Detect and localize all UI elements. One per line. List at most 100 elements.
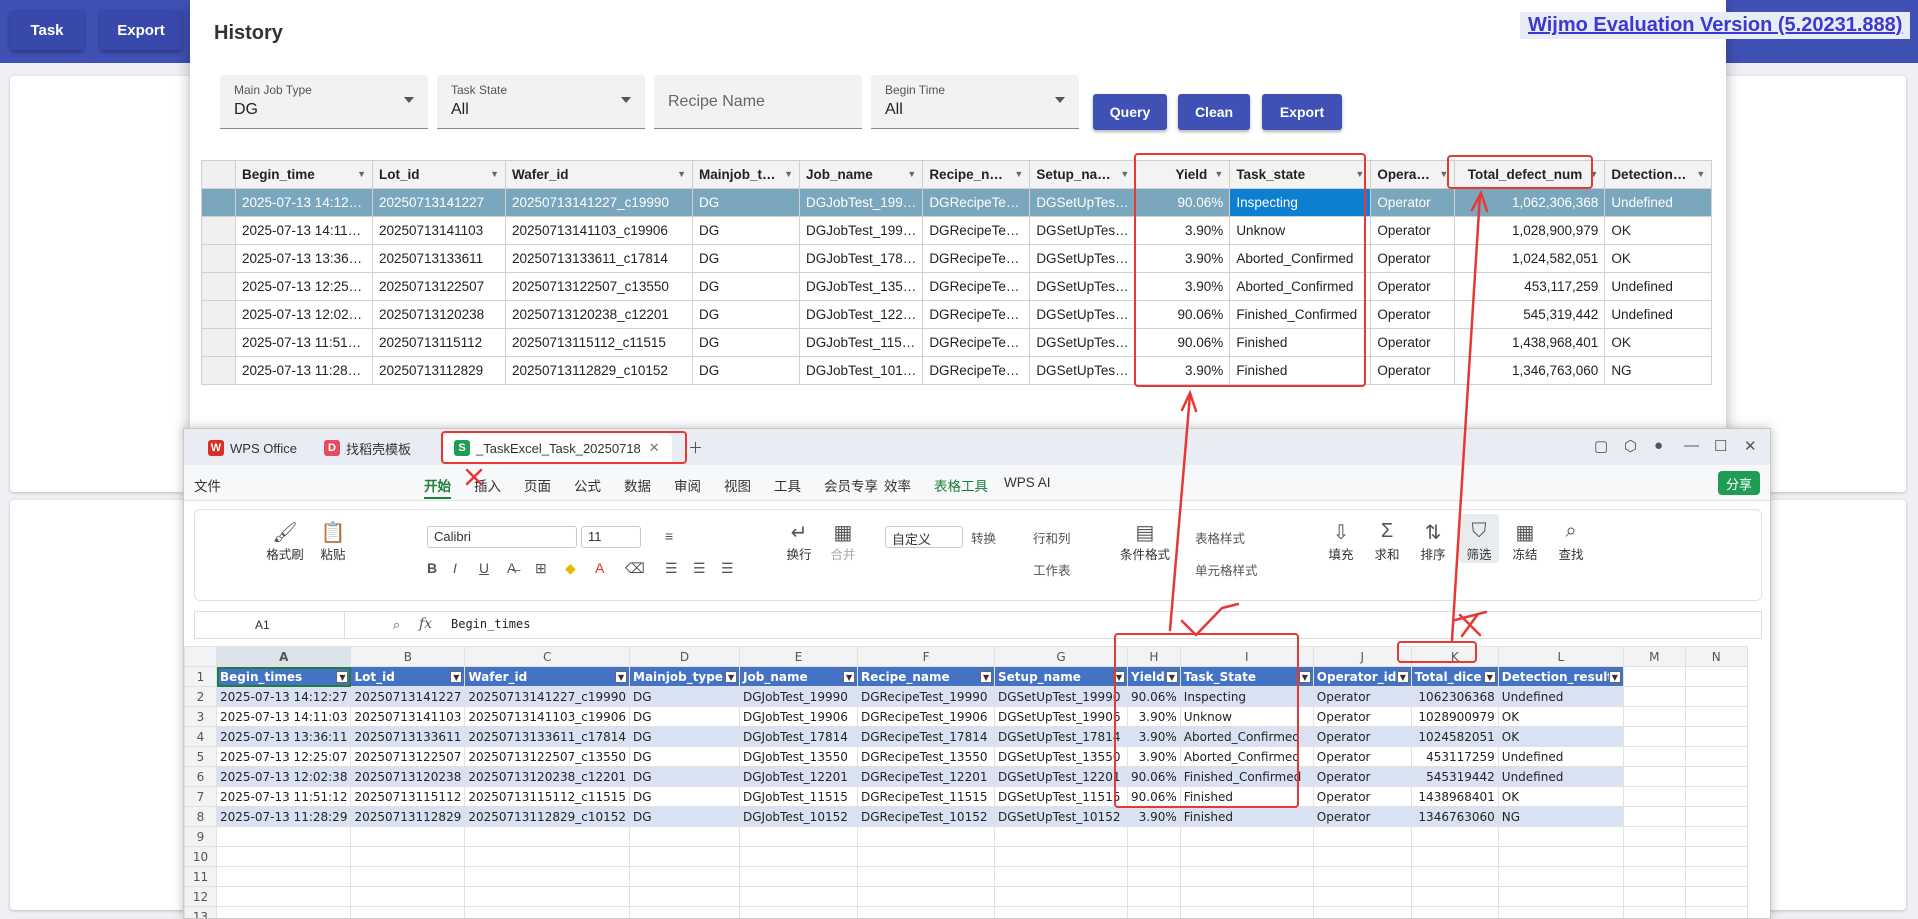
sheet-cell[interactable] <box>464 866 631 887</box>
column-header[interactable]: Job_name ▼ <box>798 160 924 189</box>
format-painter-button[interactable]: 🖌 格式刷 <box>265 520 305 563</box>
sum-button[interactable]: Σ 求和 <box>1367 520 1407 563</box>
row-header[interactable] <box>201 272 236 301</box>
cube-icon[interactable]: ⬡ <box>1624 437 1637 455</box>
table-cell[interactable]: 90.06% <box>1135 328 1231 357</box>
sheet-cell[interactable]: Aborted_Confirmed <box>1179 746 1314 767</box>
menu-item[interactable]: 会员专享 <box>824 475 878 495</box>
table-cell[interactable]: DGSetUpTes… <box>1029 244 1137 273</box>
table-row[interactable]: 2025-07-13 12:25… 20250713122507 202507131… <box>201 272 1713 301</box>
sheet-cell[interactable]: 20250713115112_c11515 <box>464 786 631 807</box>
clean-button[interactable]: Clean <box>1178 94 1250 130</box>
sheet-cell[interactable]: 20250713112829 <box>350 806 466 827</box>
filter-dropdown-icon[interactable]: ▼ <box>725 671 738 683</box>
column-header[interactable]: Wafer_id ▼ <box>505 160 693 189</box>
zoom-icon[interactable]: ⌕ <box>393 617 400 633</box>
sheet-cell[interactable]: 3.90% <box>1127 726 1181 747</box>
sheet-cell[interactable]: 90.06% <box>1127 786 1181 807</box>
sheet-cell[interactable]: 2025-07-13 14:11:03 <box>215 706 352 727</box>
sheet-cell[interactable]: DG <box>629 786 741 807</box>
row-number[interactable]: 6 <box>184 766 217 787</box>
table-cell[interactable]: 20250713133611 <box>372 244 506 273</box>
sheet-cell[interactable]: 20250713133611_c17814 <box>464 726 631 747</box>
table-cell[interactable]: OK <box>1604 328 1713 357</box>
table-cell[interactable]: 20250713115112 <box>372 328 506 357</box>
table-cell[interactable]: 20250713115112_c11515 <box>505 328 693 357</box>
table-cell[interactable]: DGJobTest_178… <box>798 244 924 273</box>
sheet-cell[interactable] <box>1179 826 1314 847</box>
filter-dropdown-icon[interactable]: ▼ <box>615 671 628 683</box>
sheet-cell[interactable] <box>215 846 352 867</box>
table-cell[interactable]: OK <box>1604 216 1713 245</box>
table-cell[interactable]: DGSetUpTes… <box>1029 272 1137 301</box>
table-cell[interactable]: 20250713141103_c19906 <box>505 216 693 245</box>
table-cell[interactable]: DGRecipeTe… <box>922 244 1031 273</box>
row-header[interactable] <box>201 244 236 273</box>
filter-dropdown-icon[interactable]: ▼ <box>980 671 993 683</box>
sheet-cell[interactable] <box>994 866 1129 887</box>
row-number[interactable]: 12 <box>184 886 217 907</box>
restore-tabs-icon[interactable]: ▢ <box>1594 437 1608 455</box>
column-header[interactable]: Setup_na… ▼ <box>1029 160 1137 189</box>
sheet-cell[interactable] <box>464 886 631 907</box>
table-cell[interactable]: 20250713122507 <box>372 272 506 301</box>
cell-style-button[interactable]: 单元格样式 <box>1195 560 1258 579</box>
table-cell[interactable]: 20250713120238 <box>372 300 506 329</box>
sheet-cell[interactable]: 20250713115112 <box>350 786 466 807</box>
sheet-cell[interactable]: DGJobTest_19990 <box>739 686 859 707</box>
font-color-icon[interactable]: A <box>595 560 604 576</box>
sheet-cell[interactable]: Inspecting <box>1179 686 1314 707</box>
recipe-name-input[interactable]: Recipe Name <box>654 75 862 129</box>
bold-icon[interactable]: B <box>427 560 437 576</box>
sheet-cell[interactable]: 2025-07-13 11:28:29 <box>215 806 352 827</box>
sheet-cell[interactable] <box>1622 766 1686 787</box>
table-cell[interactable]: 2025-07-13 14:12… <box>235 188 373 217</box>
sheet-cell[interactable] <box>994 826 1129 847</box>
sheet-cell[interactable]: 20250713112829_c10152 <box>464 806 631 827</box>
table-cell[interactable]: 1,346,763,060 <box>1454 356 1606 385</box>
sheet-cell[interactable]: 20250713141227 <box>350 686 466 707</box>
sheet-cell[interactable] <box>1127 846 1181 867</box>
sheet-header-cell[interactable]: Operator_id ▼ <box>1312 666 1412 687</box>
column-letter[interactable]: M <box>1622 646 1686 667</box>
menu-item[interactable]: 数据 <box>624 475 651 495</box>
sheet-cell[interactable]: DGRecipeTest_19990 <box>857 686 996 707</box>
row-number[interactable]: 13 <box>184 906 217 918</box>
sheet-cell[interactable]: Operator <box>1312 706 1412 727</box>
sheet-cell[interactable]: Unknow <box>1179 706 1314 727</box>
sheet-cell[interactable]: 2025-07-13 11:51:12 <box>215 786 352 807</box>
sheet-cell[interactable]: 20250713141103 <box>350 706 466 727</box>
table-cell[interactable]: DG <box>692 216 800 245</box>
merge-button[interactable]: ▦ 合并 <box>823 520 863 563</box>
sheet-cell[interactable]: 20250713141103_c19906 <box>464 706 631 727</box>
sheet-cell[interactable]: 2025-07-13 14:12:27 <box>215 686 352 707</box>
freeze-button[interactable]: ▦ 冻结 <box>1505 520 1545 563</box>
sheet-cell[interactable] <box>1127 866 1181 887</box>
sheet-cell[interactable] <box>1622 686 1686 707</box>
sheet-cell[interactable]: 3.90% <box>1127 706 1181 727</box>
sheet-cell[interactable] <box>1622 806 1686 827</box>
sheet-cell[interactable] <box>994 886 1129 907</box>
tab-task-excel[interactable]: S _TaskExcel_Task_20250718 ✕ <box>444 433 672 463</box>
fill-color-icon[interactable]: ◆ <box>565 560 576 577</box>
table-cell[interactable]: Unknow <box>1229 216 1372 245</box>
column-letter[interactable]: F <box>857 646 996 667</box>
column-letter[interactable]: I <box>1179 646 1314 667</box>
sheet-cell[interactable] <box>857 906 996 918</box>
menu-item[interactable]: 视图 <box>724 475 751 495</box>
table-cell[interactable]: 2025-07-13 13:36… <box>235 244 373 273</box>
row-number[interactable]: 5 <box>184 746 217 767</box>
filter-icon[interactable]: ▼ <box>1439 169 1448 179</box>
sheet-cell[interactable] <box>1622 846 1686 867</box>
sheet-cell[interactable] <box>739 886 859 907</box>
sheet-cell[interactable] <box>629 886 741 907</box>
sheet-cell[interactable]: DG <box>629 806 741 827</box>
sheet-cell[interactable]: 20250713120238 <box>350 766 466 787</box>
row-header[interactable] <box>201 300 236 329</box>
table-cell[interactable]: Inspecting <box>1229 188 1372 217</box>
font-size-select[interactable]: 11 <box>581 526 641 548</box>
row-col-button[interactable]: 行和列 <box>1033 528 1071 547</box>
sheet-cell[interactable] <box>1684 746 1748 767</box>
row-number[interactable]: 9 <box>184 826 217 847</box>
new-tab-icon[interactable]: ＋ <box>688 437 703 458</box>
